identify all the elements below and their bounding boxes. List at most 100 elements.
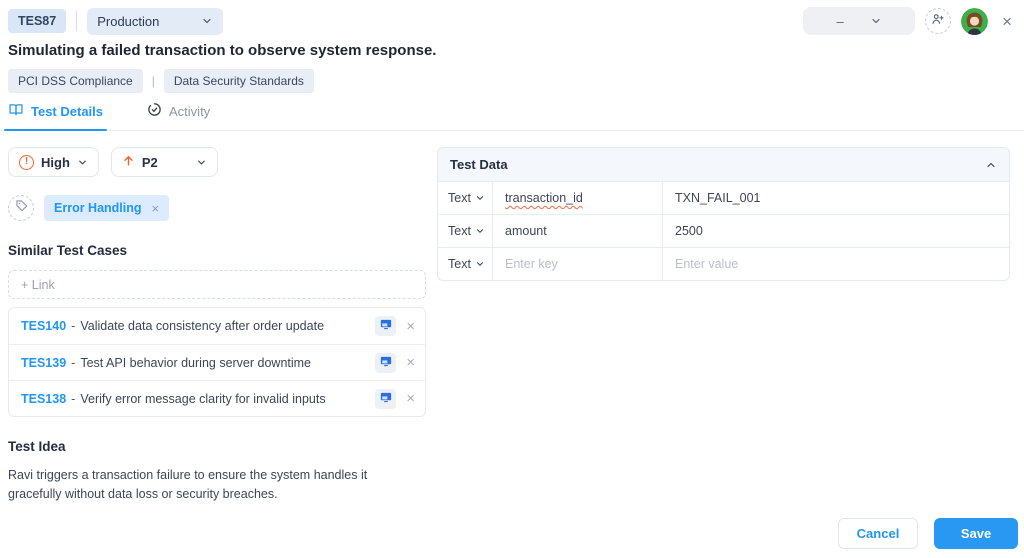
severity-select[interactable]: ! High xyxy=(8,147,99,177)
data-key-field[interactable]: amount xyxy=(493,215,663,247)
data-value-field[interactable]: 2500 xyxy=(663,215,1009,247)
dash-separator: - xyxy=(71,355,76,370)
add-tag-button[interactable] xyxy=(8,195,34,221)
tab-label: Test Details xyxy=(31,103,104,119)
link-placeholder: + Link xyxy=(21,277,55,292)
priority-select[interactable]: P2 xyxy=(110,147,218,177)
alert-circle-icon: ! xyxy=(19,154,34,170)
book-icon xyxy=(8,102,24,120)
data-type-select[interactable]: Text xyxy=(438,248,493,280)
test-data-row: Text amount 2500 xyxy=(438,214,1009,247)
unlink-icon[interactable]: × xyxy=(406,354,415,371)
test-case-row: TES139 - Test API behavior during server… xyxy=(9,344,425,380)
tab-test-details[interactable]: Test Details xyxy=(3,102,108,131)
chevron-down-icon xyxy=(870,15,882,27)
activity-icon xyxy=(147,102,162,120)
test-case-title: Test API behavior during server downtime xyxy=(80,355,312,370)
chevron-down-icon xyxy=(475,226,485,236)
arrow-up-icon xyxy=(122,154,135,170)
test-idea-heading: Test Idea xyxy=(8,439,66,454)
test-case-detail-page: TES87 Production – × Simulating a failed… xyxy=(0,0,1024,558)
remove-tag-icon[interactable]: × xyxy=(152,201,160,216)
unlink-icon[interactable]: × xyxy=(406,318,415,335)
save-button[interactable]: Save xyxy=(934,518,1018,549)
user-avatar[interactable] xyxy=(961,7,989,35)
label-chip[interactable]: PCI DSS Compliance xyxy=(8,69,143,93)
row-actions: × xyxy=(375,388,415,409)
data-value-text: 2500 xyxy=(675,224,703,238)
data-key-field[interactable]: Enter key xyxy=(493,248,663,280)
cancel-button[interactable]: Cancel xyxy=(838,518,918,549)
chevron-down-icon xyxy=(201,15,213,27)
dash-separator: - xyxy=(71,319,76,333)
monitor-icon xyxy=(379,391,393,407)
unlink-icon[interactable]: × xyxy=(406,390,415,407)
data-key-value: amount xyxy=(505,224,547,238)
environment-select-value: Production xyxy=(97,13,160,29)
link-test-case-input[interactable]: + Link xyxy=(8,270,426,299)
test-case-title: Validate data consistency after order up… xyxy=(80,319,325,333)
test-data-row: Text transaction_id TXN_FAIL_001 xyxy=(438,181,1009,214)
similar-test-cases-heading: Similar Test Cases xyxy=(8,243,128,258)
topbar-right: – × xyxy=(803,7,1016,35)
test-case-id-link[interactable]: TES138 xyxy=(21,392,66,406)
data-value-field[interactable]: TXN_FAIL_001 xyxy=(663,182,1009,214)
data-key-field[interactable]: transaction_id xyxy=(493,182,663,214)
test-data-panel: Test Data Text transaction_id TXN_FAIL_0… xyxy=(437,147,1010,281)
open-preview-button[interactable] xyxy=(375,316,397,336)
close-icon[interactable]: × xyxy=(998,11,1016,32)
monitor-icon xyxy=(379,318,393,334)
left-column: ! High P2 Error Handling × Similar Test … xyxy=(8,147,426,505)
tag-icon xyxy=(15,199,28,217)
status-select-value: – xyxy=(836,13,844,29)
page-title: Simulating a failed transaction to obser… xyxy=(8,42,437,59)
tag-chip-error-handling[interactable]: Error Handling × xyxy=(44,195,170,221)
data-key-value: transaction_id xyxy=(505,191,583,205)
row-actions: × xyxy=(375,316,415,336)
test-case-title: Verify error message clarity for invalid… xyxy=(80,391,326,406)
footer-actions: Cancel Save xyxy=(838,518,1018,549)
labels-row: PCI DSS Compliance | Data Security Stand… xyxy=(0,59,1024,93)
data-value-placeholder: Enter value xyxy=(675,257,739,271)
test-case-row: TES140 - Validate data consistency after… xyxy=(9,308,425,344)
content: ! High P2 Error Handling × Similar Test … xyxy=(0,131,1024,505)
test-id-badge: TES87 xyxy=(8,9,67,33)
chevron-down-icon xyxy=(196,157,207,168)
test-case-id-link[interactable]: TES140 xyxy=(21,319,66,333)
test-case-row: TES138 - Verify error message clarity fo… xyxy=(9,380,425,416)
tag-label: Error Handling xyxy=(54,201,142,215)
environment-select[interactable]: Production xyxy=(87,7,224,35)
test-case-id-link[interactable]: TES139 xyxy=(21,356,66,370)
chevron-up-icon[interactable] xyxy=(985,159,997,171)
status-select[interactable]: – xyxy=(803,7,916,35)
attribute-selects: ! High P2 xyxy=(8,147,426,177)
data-value-field[interactable]: Enter value xyxy=(663,248,1009,280)
data-type-value: Text xyxy=(448,257,471,271)
row-actions: × xyxy=(375,352,415,373)
tab-bar: Test Details Activity xyxy=(0,93,1024,131)
open-preview-button[interactable] xyxy=(375,352,397,373)
test-idea-text: Ravi triggers a transaction failure to e… xyxy=(8,468,368,502)
data-value-text: TXN_FAIL_001 xyxy=(675,191,761,205)
data-type-value: Text xyxy=(448,224,471,238)
topbar-divider xyxy=(76,11,78,31)
data-type-value: Text xyxy=(448,191,471,205)
tab-label: Activity xyxy=(169,103,211,119)
test-data-row: Text Enter key Enter value xyxy=(438,247,1009,280)
chevron-down-icon xyxy=(77,157,88,168)
data-type-select[interactable]: Text xyxy=(438,182,493,214)
tab-activity[interactable]: Activity xyxy=(147,102,210,130)
severity-value: High xyxy=(41,154,70,170)
dash-separator: - xyxy=(71,391,76,406)
chevron-down-icon xyxy=(475,259,485,269)
data-key-placeholder: Enter key xyxy=(505,257,558,271)
open-preview-button[interactable] xyxy=(375,388,397,409)
add-assignee-button[interactable] xyxy=(925,8,952,34)
topbar: TES87 Production – × xyxy=(0,0,1024,35)
label-chip[interactable]: Data Security Standards xyxy=(163,69,314,93)
label-separator: | xyxy=(151,74,155,88)
similar-test-case-list: TES140 - Validate data consistency after… xyxy=(8,307,426,417)
test-data-header[interactable]: Test Data xyxy=(438,148,1009,181)
chevron-down-icon xyxy=(475,193,485,203)
data-type-select[interactable]: Text xyxy=(438,215,493,247)
